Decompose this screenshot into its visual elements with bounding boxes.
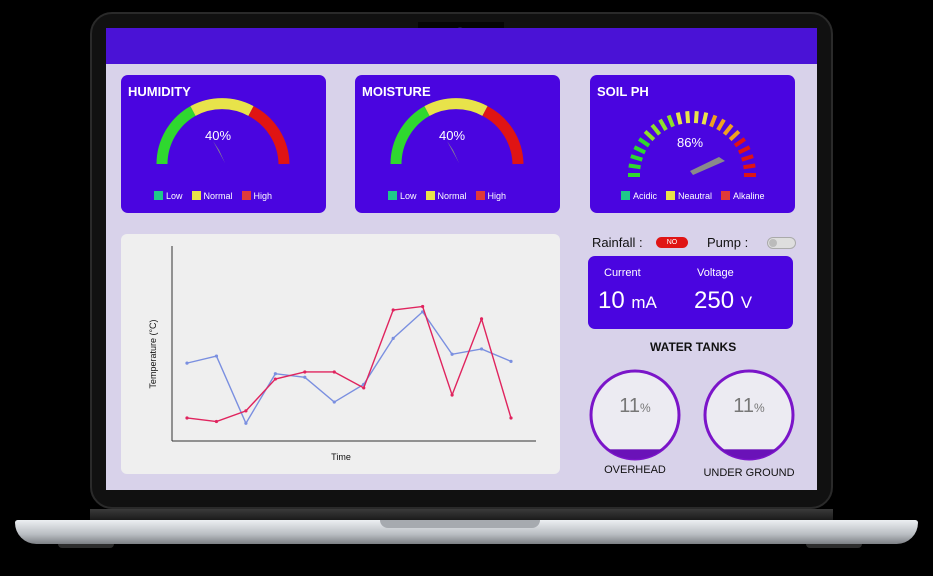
series-2-point bbox=[479, 317, 484, 321]
moisture-card: MOISTURE 40% Low Normal High bbox=[355, 75, 560, 213]
soil-ph-tick bbox=[643, 130, 656, 142]
current-unit: mA bbox=[631, 293, 657, 312]
series-1-point bbox=[185, 361, 189, 365]
soil-ph-tick bbox=[633, 145, 647, 155]
series-1-point bbox=[450, 352, 454, 356]
soil-ph-gauge bbox=[628, 111, 756, 177]
pump-toggle[interactable] bbox=[767, 237, 796, 249]
series-2-point bbox=[421, 304, 425, 309]
laptop-thumb-notch bbox=[380, 520, 540, 528]
soil-ph-tick bbox=[737, 145, 751, 155]
laptop-foot-left bbox=[58, 544, 114, 548]
soil-ph-tick bbox=[675, 112, 683, 125]
series-2-point bbox=[244, 409, 248, 413]
current-reading: 10 mA bbox=[598, 287, 657, 315]
soil-ph-tick bbox=[666, 114, 675, 128]
series-1-point bbox=[303, 375, 307, 379]
soil-ph-tick bbox=[658, 118, 668, 131]
legend-low: Low bbox=[166, 191, 183, 201]
x-axis-label: Time bbox=[331, 452, 351, 462]
underground-label: UNDER GROUND bbox=[703, 467, 795, 479]
current-value: 10 bbox=[598, 287, 625, 314]
soil-ph-tick bbox=[637, 137, 651, 148]
temperature-chart: Temperature (°C) Time bbox=[121, 234, 560, 474]
overhead-value-number: 11 bbox=[619, 395, 641, 417]
moisture-legend: Low Normal High bbox=[388, 191, 506, 201]
dashboard-screen: HUMIDITY 40% Low Normal High MOISTURE 40… bbox=[106, 28, 817, 490]
laptop-foot-right bbox=[806, 544, 862, 548]
soil-ph-card: SOIL PH 86% Acidic Neautral Alkaline bbox=[590, 75, 795, 213]
overhead-unit: % bbox=[640, 401, 651, 415]
voltage-value: 250 bbox=[694, 287, 735, 314]
series-1-point bbox=[214, 354, 219, 358]
soil-ph-tick bbox=[701, 112, 709, 125]
rainfall-label: Rainfall : bbox=[592, 235, 643, 250]
series-2-point bbox=[303, 370, 307, 374]
soil-ph-tick bbox=[741, 154, 754, 162]
legend-acidic: Acidic bbox=[633, 191, 658, 201]
overhead-value: 11% bbox=[595, 395, 675, 418]
soil-ph-tick bbox=[630, 154, 643, 162]
series-2-point bbox=[185, 416, 189, 420]
series-2-point bbox=[450, 393, 454, 397]
voltage-unit: V bbox=[740, 293, 753, 312]
series-2-point bbox=[273, 377, 277, 381]
underground-unit: % bbox=[754, 401, 765, 415]
soil-ph-tick bbox=[709, 114, 718, 128]
soil-ph-tick bbox=[693, 111, 699, 124]
y-axis-label: Temperature (°C) bbox=[148, 319, 158, 388]
soil-ph-tick bbox=[628, 163, 641, 170]
soil-ph-tick bbox=[716, 118, 726, 131]
series-1-point bbox=[509, 359, 513, 363]
current-label: Current bbox=[604, 267, 641, 279]
soil-ph-legend: Acidic Neautral Alkaline bbox=[621, 191, 765, 201]
series-1-point bbox=[479, 347, 484, 351]
series-1-point bbox=[273, 372, 277, 376]
series-1-point bbox=[332, 400, 336, 404]
soil-ph-tick bbox=[743, 163, 756, 170]
underground-value: 11% bbox=[709, 395, 789, 418]
moisture-needle bbox=[447, 141, 459, 163]
series-2-point bbox=[362, 386, 366, 390]
soil-ph-value: 86% bbox=[677, 135, 704, 150]
humidity-card: HUMIDITY 40% Low Normal High bbox=[121, 75, 326, 213]
pump-toggle-knob bbox=[769, 239, 777, 247]
pump-label: Pump : bbox=[707, 235, 749, 250]
soil-ph-tick bbox=[733, 137, 747, 148]
humidity-value: 40% bbox=[205, 128, 232, 143]
humidity-legend: Low Normal High bbox=[154, 191, 272, 201]
soil-ph-needle bbox=[690, 157, 725, 175]
legend-neutral: Neautral bbox=[678, 191, 713, 201]
series-1-point bbox=[391, 336, 395, 340]
power-card: Current Voltage 10 mA 250 V bbox=[588, 256, 793, 329]
voltage-reading: 250 V bbox=[694, 287, 752, 315]
series-line-2 bbox=[186, 305, 512, 423]
legend-high: High bbox=[253, 191, 273, 201]
series-1-point bbox=[244, 421, 248, 425]
soil-ph-tick bbox=[722, 123, 734, 136]
temperature-chart-svg: Temperature (°C) Time bbox=[148, 246, 536, 462]
legend-alkaline: Alkaline bbox=[733, 191, 765, 201]
humidity-needle bbox=[213, 141, 225, 163]
legend-normal: Normal bbox=[203, 191, 233, 201]
underground-value-number: 11 bbox=[733, 395, 755, 417]
top-bar bbox=[106, 28, 817, 64]
water-tanks-title: WATER TANKS bbox=[650, 340, 737, 354]
soil-ph-tick bbox=[685, 111, 691, 124]
series-2-point bbox=[214, 419, 219, 424]
series-2-point bbox=[509, 416, 513, 420]
legend-low: Low bbox=[400, 191, 417, 201]
series-2-point bbox=[391, 308, 395, 312]
soil-ph-tick bbox=[728, 130, 741, 142]
voltage-label: Voltage bbox=[697, 267, 734, 279]
legend-high: High bbox=[487, 191, 507, 201]
soil-ph-tick bbox=[650, 123, 662, 136]
moisture-value: 40% bbox=[439, 128, 466, 143]
series-2-point bbox=[332, 370, 336, 374]
overhead-label: OVERHEAD bbox=[604, 464, 666, 476]
rainfall-toggle[interactable]: NO bbox=[656, 237, 688, 248]
legend-normal: Normal bbox=[437, 191, 467, 201]
